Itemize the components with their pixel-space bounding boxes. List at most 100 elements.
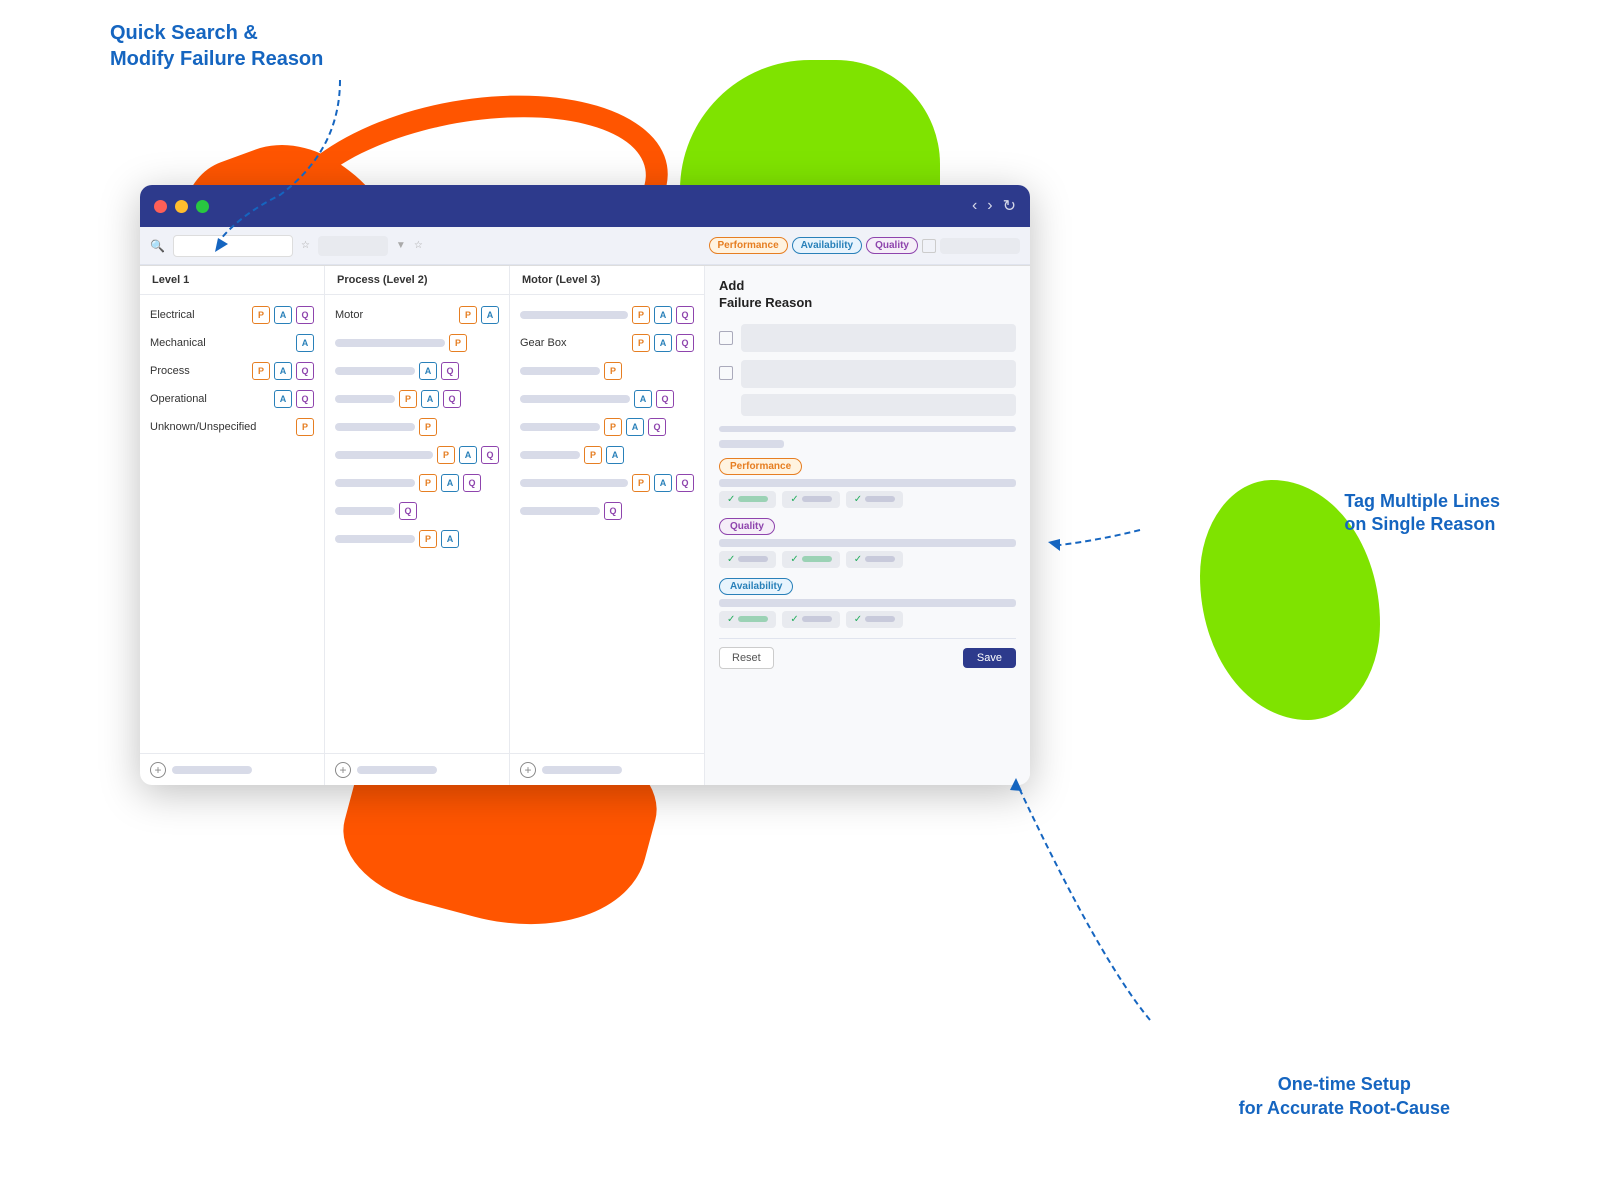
- badge-q-l3-7: Q: [676, 474, 694, 492]
- l2-bar-7: [335, 479, 415, 487]
- badge-p-l2-4: P: [399, 390, 417, 408]
- l3-bar-4: [520, 395, 630, 403]
- perf-check-2[interactable]: ✓: [782, 491, 839, 508]
- badge-p-l3-6: P: [584, 446, 602, 464]
- form-row-checkbox1: [719, 324, 1016, 352]
- list-item-operational[interactable]: Operational A Q: [140, 385, 324, 413]
- item-unknown-label: Unknown/Unspecified: [150, 421, 292, 433]
- badge-a-process: A: [274, 362, 292, 380]
- list-item-mechanical[interactable]: Mechanical A: [140, 329, 324, 357]
- perf-check-3[interactable]: ✓: [846, 491, 903, 508]
- list-item-electrical[interactable]: Electrical P A Q: [140, 301, 324, 329]
- l3-bar-5: [520, 423, 600, 431]
- list-item-l3-1[interactable]: P A Q: [510, 301, 704, 329]
- content-area: Level 1 Electrical P A Q Mechanical A Pr…: [140, 266, 1030, 785]
- panel-title: Add Failure Reason: [719, 278, 1016, 312]
- check-bar-3: [865, 496, 895, 502]
- col-level3-header: Motor (Level 3): [510, 266, 704, 295]
- list-item-motor[interactable]: Motor P A: [325, 301, 509, 329]
- address-input[interactable]: [173, 235, 293, 257]
- col-level1-footer: +: [140, 753, 324, 785]
- back-icon[interactable]: ‹: [972, 197, 977, 215]
- badge-p-motor: P: [459, 306, 477, 324]
- l3-bar-7: [520, 479, 628, 487]
- checkbox-2[interactable]: [719, 366, 733, 380]
- list-item-gearbox[interactable]: Gear Box P A Q: [510, 329, 704, 357]
- badge-q-l2-6: Q: [481, 446, 499, 464]
- addr-extra: [318, 236, 388, 256]
- col-level1-add[interactable]: +: [150, 762, 166, 778]
- input-bar-1[interactable]: [741, 324, 1016, 352]
- list-item-l3-7[interactable]: P A Q: [510, 469, 704, 497]
- list-item-l3-6[interactable]: P A: [510, 441, 704, 469]
- tag-quality[interactable]: Quality: [866, 237, 918, 254]
- checkbox-1[interactable]: [719, 331, 733, 345]
- list-item-l2-9[interactable]: P A: [325, 525, 509, 553]
- tag-performance[interactable]: Performance: [709, 237, 788, 254]
- item-mechanical-label: Mechanical: [150, 337, 292, 349]
- forward-icon[interactable]: ›: [987, 197, 992, 215]
- qual-check-2[interactable]: ✓: [782, 551, 839, 568]
- input-bar-2a[interactable]: [741, 360, 1016, 388]
- badge-q-l3-4: Q: [656, 390, 674, 408]
- check-bar-2: [802, 496, 832, 502]
- avail-check-3[interactable]: ✓: [846, 611, 903, 628]
- list-item-l2-7[interactable]: P A Q: [325, 469, 509, 497]
- list-item-l3-3[interactable]: P: [510, 357, 704, 385]
- l2-bar-2: [335, 339, 445, 347]
- col-level3-footer-bar: [542, 766, 622, 774]
- dot-green[interactable]: [196, 200, 209, 213]
- annotation-quick-search: Quick Search & Modify Failure Reason: [110, 20, 323, 72]
- item-gearbox-label: Gear Box: [520, 337, 628, 349]
- tag-quality-pill[interactable]: Quality: [719, 518, 775, 535]
- badge-a-gearbox: A: [654, 334, 672, 352]
- col-level2-add[interactable]: +: [335, 762, 351, 778]
- l3-bar-6: [520, 451, 580, 459]
- input-bar-2b[interactable]: [741, 394, 1016, 416]
- badge-a-l2-4: A: [421, 390, 439, 408]
- col-level1-body: Electrical P A Q Mechanical A Process P …: [140, 295, 324, 753]
- check-mark-av2: ✓: [790, 614, 798, 625]
- list-item-l3-4[interactable]: A Q: [510, 385, 704, 413]
- tag-performance-pill[interactable]: Performance: [719, 458, 802, 475]
- badge-a-l2-7: A: [441, 474, 459, 492]
- list-item-unknown[interactable]: Unknown/Unspecified P: [140, 413, 324, 441]
- save-button[interactable]: Save: [963, 648, 1016, 668]
- badge-a-l3-4: A: [634, 390, 652, 408]
- tag-section-performance: Performance ✓ ✓ ✓: [719, 456, 1016, 508]
- avail-bar: [719, 599, 1016, 607]
- refresh-icon[interactable]: ↻: [1003, 196, 1016, 216]
- list-item-l2-2[interactable]: P: [325, 329, 509, 357]
- dot-red[interactable]: [154, 200, 167, 213]
- list-item-l2-5[interactable]: P: [325, 413, 509, 441]
- badge-p-unknown: P: [296, 418, 314, 436]
- addr-checkbox[interactable]: [922, 239, 936, 253]
- dot-yellow[interactable]: [175, 200, 188, 213]
- list-item-l2-3[interactable]: A Q: [325, 357, 509, 385]
- list-item-l3-5[interactable]: P A Q: [510, 413, 704, 441]
- list-item-l2-8[interactable]: Q: [325, 497, 509, 525]
- qual-check-row: ✓ ✓ ✓: [719, 551, 1016, 568]
- list-item-process[interactable]: Process P A Q: [140, 357, 324, 385]
- check-mark-av3: ✓: [854, 614, 862, 625]
- qual-bar-active-2: [802, 556, 832, 562]
- avail-check-2[interactable]: ✓: [782, 611, 839, 628]
- l2-bar-9: [335, 535, 415, 543]
- list-item-l3-8[interactable]: Q: [510, 497, 704, 525]
- tag-availability[interactable]: Availability: [792, 237, 862, 254]
- avail-check-1[interactable]: ✓: [719, 611, 776, 628]
- list-item-l2-6[interactable]: P A Q: [325, 441, 509, 469]
- badge-p-l3-7: P: [632, 474, 650, 492]
- item-operational-label: Operational: [150, 393, 270, 405]
- list-item-l2-4[interactable]: P A Q: [325, 385, 509, 413]
- reset-button[interactable]: Reset: [719, 647, 774, 669]
- badge-a-l3-1: A: [654, 306, 672, 324]
- perf-bar: [719, 479, 1016, 487]
- col-level3-add[interactable]: +: [520, 762, 536, 778]
- tag-availability-pill[interactable]: Availability: [719, 578, 793, 595]
- qual-check-1[interactable]: ✓: [719, 551, 776, 568]
- qual-bar-1: [738, 556, 768, 562]
- badge-a-electrical: A: [274, 306, 292, 324]
- qual-check-3[interactable]: ✓: [846, 551, 903, 568]
- perf-check-1[interactable]: ✓: [719, 491, 776, 508]
